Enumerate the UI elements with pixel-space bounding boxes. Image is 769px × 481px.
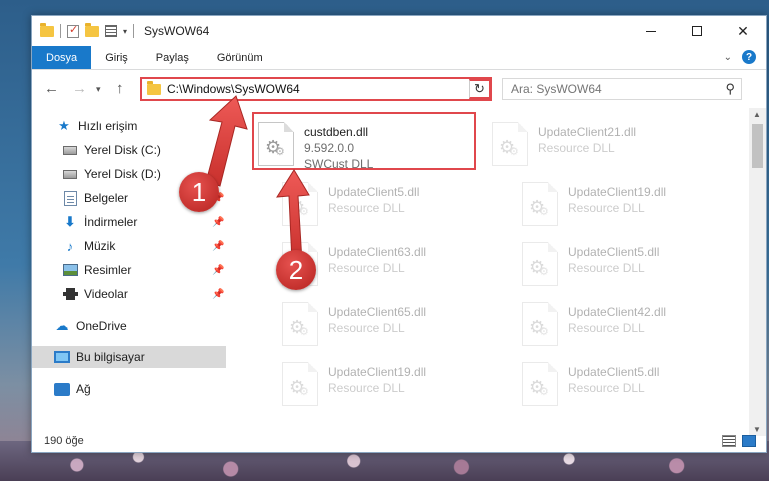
annotation-arrows [205,95,310,263]
step-2-badge: 2 [276,250,316,290]
arrow-to-address-bar [205,95,248,187]
step-1-badge: 1 [179,172,219,212]
arrow-to-file-item [276,169,310,263]
